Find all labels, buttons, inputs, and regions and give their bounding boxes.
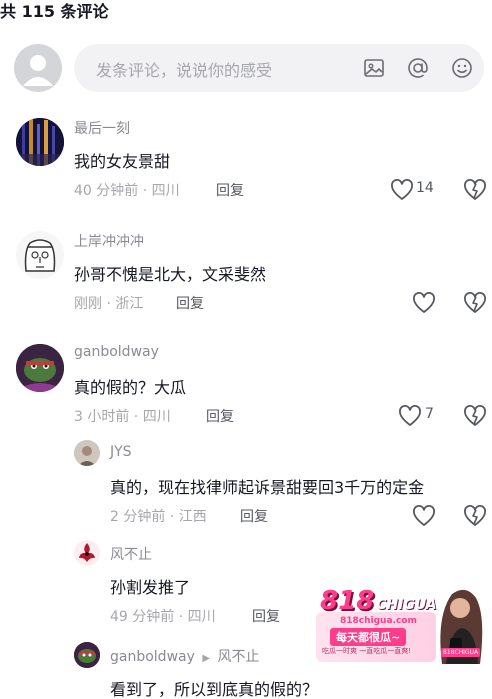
dislike-heart-icon[interactable] — [463, 179, 487, 201]
ad-brand: 818 CHIGUA — [320, 586, 437, 616]
comment-username[interactable]: ganboldway — [74, 344, 159, 360]
reply-author[interactable]: ganboldway — [110, 649, 195, 665]
avatar[interactable] — [16, 344, 64, 392]
reply-button[interactable]: 回复 — [206, 406, 234, 426]
reply-button[interactable]: 回复 — [240, 506, 268, 526]
heart-icon[interactable] — [398, 405, 422, 427]
emoji-icon[interactable] — [450, 56, 474, 80]
reply-to-user[interactable]: 风不止 — [218, 649, 260, 665]
heart-icon[interactable] — [412, 292, 436, 314]
ad-badge: 818CHIGUA — [441, 648, 481, 657]
ad-brand-number: 818 — [320, 586, 375, 616]
ad-slogan: 每天都很瓜~ — [330, 628, 407, 646]
my-avatar[interactable] — [14, 44, 62, 92]
default-avatar-icon — [23, 55, 53, 86]
dislike-heart-icon[interactable] — [463, 292, 487, 314]
city-lights-avatar-icon — [16, 118, 64, 166]
comment-meta: 40 分钟前 · 四川 — [74, 183, 180, 199]
comment-text: 孙哥不愧是北大，文采斐然 — [74, 265, 267, 284]
ad-subline: 吃瓜一时爽 一直吃瓜一直爽! — [322, 647, 412, 655]
turtle-avatar-icon — [16, 344, 64, 392]
reply-item: JYS 真的，现在找律师起诉景甜要回3千万的定金 2 分钟前 · 江西 回复 — [0, 440, 492, 535]
comment-count-title: 共 115 条评论 — [0, 2, 109, 21]
comment-username: ganboldway ▶ 风不止 — [110, 646, 260, 666]
comment-meta: 49 分钟前 · 四川 — [110, 609, 216, 625]
avatar[interactable] — [16, 118, 64, 166]
comment-item: ganboldway 真的假的？大瓜 3 小时前 · 四川 回复 7 — [0, 338, 492, 438]
comment-username[interactable]: JYS — [110, 444, 132, 460]
comment-username[interactable]: 风不止 — [110, 544, 152, 564]
avatar[interactable] — [16, 231, 64, 279]
comment-meta: 刚刚 · 浙江 — [74, 296, 144, 312]
comment-text: 孙割发推了 — [110, 578, 191, 597]
comment-meta: 3 小时前 · 四川 — [74, 409, 171, 425]
comment-username[interactable]: 最后一刻 — [74, 118, 130, 138]
dislike-heart-icon[interactable] — [463, 405, 487, 427]
comment-text: 真的，现在找律师起诉景甜要回3千万的定金 — [110, 478, 425, 497]
reply-button[interactable]: 回复 — [176, 293, 204, 313]
chigua-ad-banner[interactable]: 818 CHIGUA 818chigua.com 每天都很瓜~ 吃瓜一时爽 一直吃… — [316, 586, 484, 664]
comment-username[interactable]: 上岸冲冲冲 — [74, 231, 144, 251]
portrait-avatar-icon — [74, 440, 100, 466]
comment-input-placeholder: 发条评论，说说你的感受 — [96, 61, 273, 80]
flame-flower-avatar-icon — [74, 540, 100, 566]
avatar[interactable] — [74, 642, 100, 668]
reply-button[interactable]: 回复 — [216, 180, 244, 200]
ad-brand-suffix: CHIGUA — [376, 597, 437, 613]
ad-site: 818chigua.com — [340, 616, 417, 626]
avatar[interactable] — [74, 540, 100, 566]
comment-text: 真的假的？大瓜 — [74, 378, 187, 397]
reply-to-arrow-icon: ▶ — [202, 653, 211, 664]
like-count: 7 — [425, 406, 434, 422]
comment-item: 最后一刻 我的女友景甜 40 分钟前 · 四川 回复 14 — [0, 112, 492, 212]
at-icon[interactable] — [406, 56, 430, 80]
heart-icon[interactable] — [412, 505, 436, 527]
turtle-avatar-icon — [74, 642, 100, 668]
comment-text: 我的女友景甜 — [74, 152, 171, 171]
comment-meta: 2 分钟前 · 江西 — [110, 509, 207, 525]
comment-composer: 发条评论，说说你的感受 — [14, 44, 484, 92]
avatar[interactable] — [74, 440, 100, 466]
comment-text: 看到了，所以到底真的假的？ — [110, 680, 319, 699]
dislike-heart-icon[interactable] — [463, 505, 487, 527]
like-count: 14 — [416, 180, 434, 196]
sketch-face-avatar-icon — [16, 231, 64, 279]
comment-input[interactable]: 发条评论，说说你的感受 — [74, 44, 484, 92]
comment-item: 上岸冲冲冲 孙哥不愧是北大，文采斐然 刚刚 · 浙江 回复 — [0, 225, 492, 325]
reply-button[interactable]: 回复 — [252, 606, 280, 626]
heart-icon[interactable] — [390, 179, 414, 201]
image-icon[interactable] — [362, 56, 386, 80]
